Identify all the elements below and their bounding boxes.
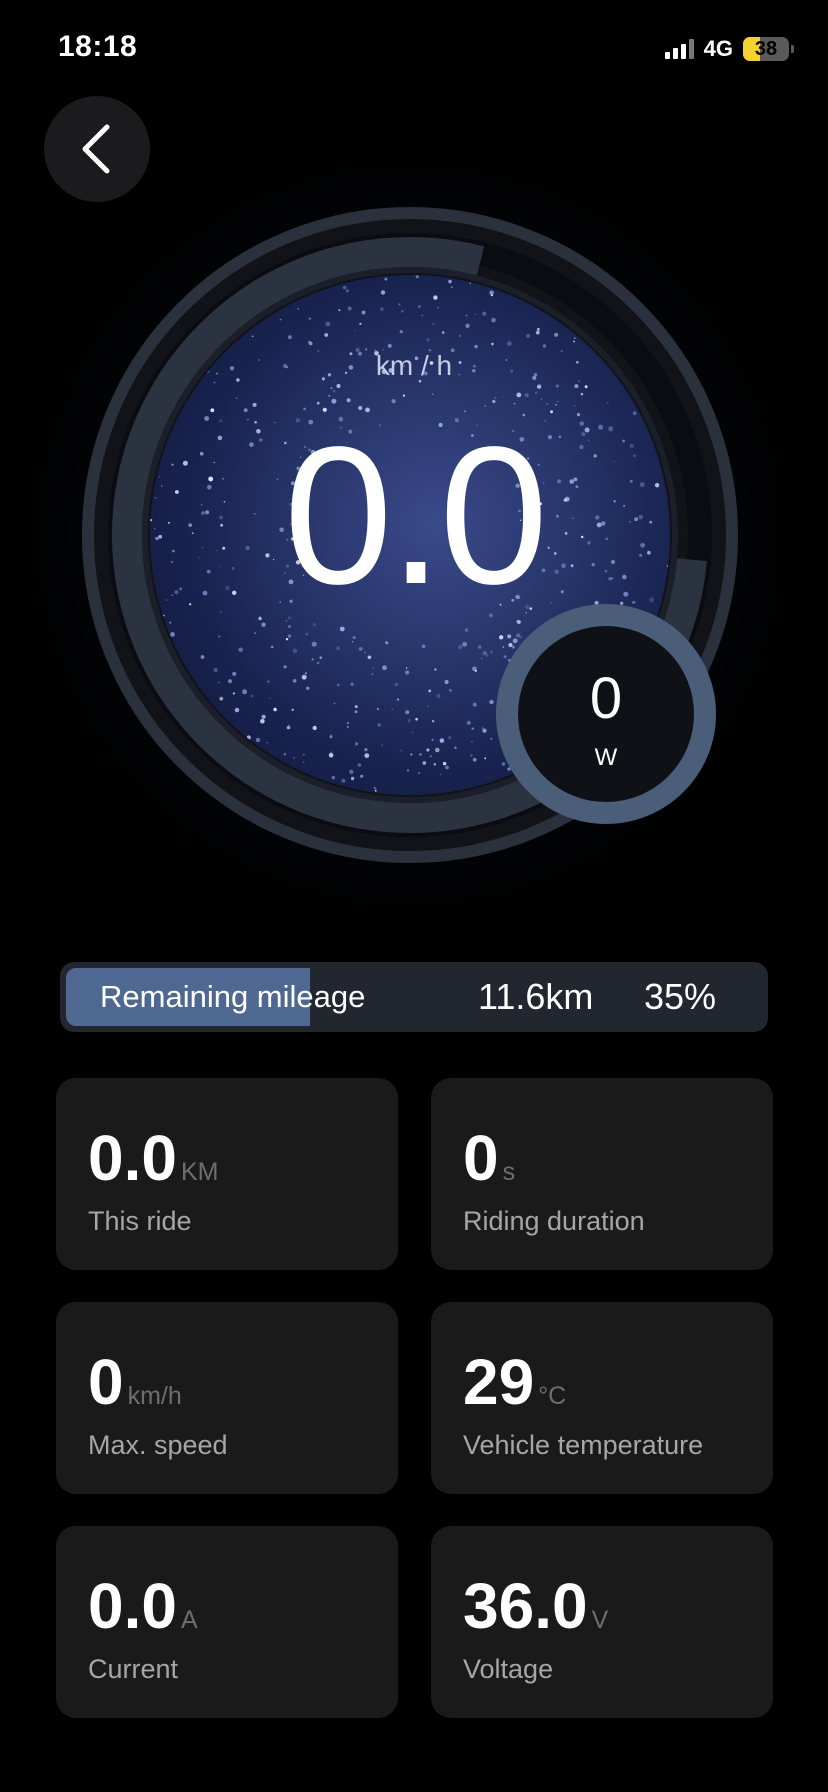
back-button[interactable] <box>44 96 150 202</box>
stat-value: 0.0 <box>88 1122 177 1194</box>
chevron-left-icon <box>82 124 110 174</box>
stat-value: 0.0 <box>88 1570 177 1642</box>
stat-card-max-speed: 0 km/h Max. speed <box>56 1302 398 1494</box>
remaining-mileage-bar: Remaining mileage 11.6km 35% <box>60 962 768 1032</box>
stat-label: Vehicle temperature <box>463 1430 704 1460</box>
stat-value: 0 <box>88 1346 124 1418</box>
network-type: 4G <box>703 36 733 61</box>
stat-unit: A <box>180 1606 198 1634</box>
stat-label: This ride <box>88 1206 192 1236</box>
power-unit: W <box>594 744 618 771</box>
stat-label: Voltage <box>463 1654 554 1684</box>
stat-card-current: 0.0 A Current <box>56 1526 398 1718</box>
speed-value: 0.0 <box>283 406 548 625</box>
stat-card-this-ride: 0.0 KM This ride <box>56 1078 398 1270</box>
stat-unit: KM <box>180 1158 219 1186</box>
stat-unit: km/h <box>127 1382 182 1410</box>
status-indicators: 4G 38 <box>664 36 794 62</box>
mileage-label: Remaining mileage <box>100 979 366 1014</box>
stat-card-voltage: 36.0 V Voltage <box>431 1526 773 1718</box>
stat-card-vehicle-temperature: 29 °C Vehicle temperature <box>431 1302 773 1494</box>
mileage-distance: 11.6km <box>478 976 594 1017</box>
stat-label: Max. speed <box>88 1430 228 1460</box>
battery-level: 38 <box>754 38 778 60</box>
power-meter: 0 W <box>496 604 716 824</box>
stat-unit: °C <box>538 1382 567 1410</box>
mileage-percent: 35% <box>644 976 717 1017</box>
stat-value: 0 <box>463 1122 499 1194</box>
stat-value: 29 <box>463 1346 535 1418</box>
speed-unit: km / h <box>375 350 453 381</box>
stat-label: Riding duration <box>463 1206 645 1236</box>
stat-unit: V <box>591 1606 609 1634</box>
status-time: 18:18 <box>58 30 138 63</box>
power-value: 0 <box>589 666 623 731</box>
stat-value: 36.0 <box>463 1570 588 1642</box>
stat-card-riding-duration: 0s Riding duration <box>431 1078 773 1270</box>
battery-icon: 38 <box>743 37 794 61</box>
stat-label: Current <box>88 1654 179 1684</box>
cellular-signal-icon <box>664 39 694 59</box>
stat-unit: s <box>502 1158 516 1186</box>
